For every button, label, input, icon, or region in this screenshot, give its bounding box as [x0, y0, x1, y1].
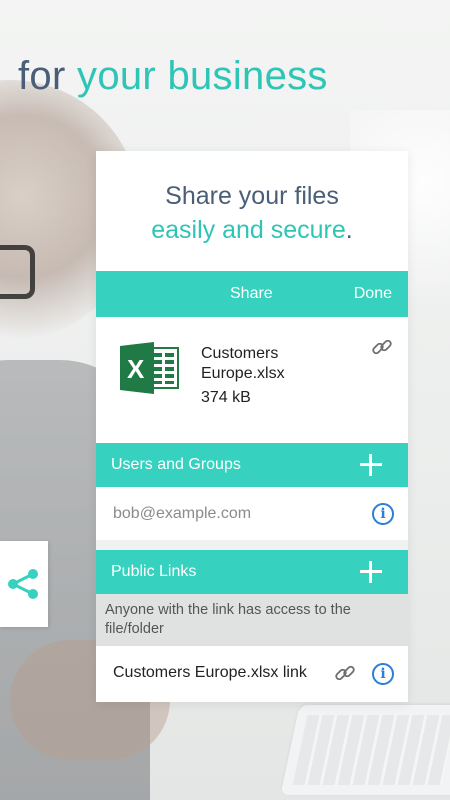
share-navbar: Share Done: [96, 271, 408, 317]
done-button[interactable]: Done: [354, 285, 392, 303]
file-info: X Customers Europe.xlsx 374 kB: [96, 317, 408, 443]
floating-share-button[interactable]: [0, 541, 48, 627]
share-icon: [8, 569, 38, 599]
user-input-row: i: [96, 488, 408, 540]
users-groups-label: Users and Groups: [111, 456, 241, 473]
email-input[interactable]: [111, 500, 355, 528]
tagline-line2: easily and secure: [151, 216, 346, 244]
add-user-icon[interactable]: [360, 454, 382, 476]
promo-tagline: Share your files easily and secure.: [96, 179, 408, 247]
public-links-note-text: Anyone with the link has access to the f…: [105, 602, 351, 637]
headline-part2: your business: [77, 54, 328, 98]
info-icon[interactable]: i: [372, 663, 394, 685]
public-link-name: Customers Europe.xlsx link: [113, 664, 307, 681]
add-link-icon[interactable]: [360, 561, 382, 583]
public-links-label: Public Links: [111, 563, 197, 580]
public-links-note: Anyone with the link has access to the f…: [96, 594, 408, 646]
section-divider: [96, 540, 408, 550]
excel-icon: X: [120, 342, 179, 394]
svg-text:X: X: [127, 354, 145, 384]
tagline-punct: .: [345, 216, 353, 244]
promo-headline: for your business: [18, 54, 328, 99]
tagline-line1: Share your files: [165, 182, 339, 210]
link-icon[interactable]: [370, 335, 394, 359]
file-size: 374 kB: [201, 389, 251, 406]
info-icon[interactable]: i: [372, 503, 394, 525]
headline-part1: for: [18, 54, 66, 98]
public-links-header: Public Links: [96, 550, 408, 594]
link-icon[interactable]: [333, 661, 357, 685]
share-card: Share your files easily and secure. Shar…: [96, 151, 408, 702]
users-groups-header: Users and Groups: [96, 443, 408, 487]
public-link-row[interactable]: Customers Europe.xlsx link i: [96, 646, 408, 702]
navbar-title: Share: [230, 285, 273, 302]
file-name: Customers Europe.xlsx: [201, 345, 285, 382]
